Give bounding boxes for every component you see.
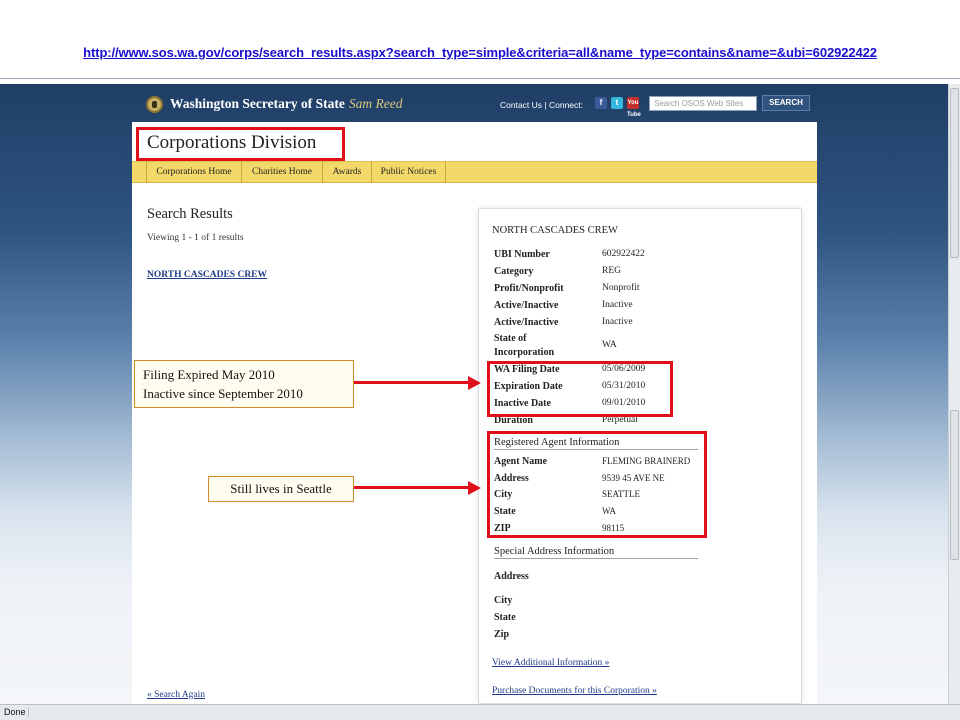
field-label: Active/Inactive <box>494 317 559 328</box>
field-label: State of <box>494 333 527 344</box>
expiration-note: Filing Expired May 2010 Inactive since S… <box>134 360 354 408</box>
contact-links[interactable]: Contact Us | Connect: <box>500 100 583 110</box>
status-text: Done <box>4 707 26 717</box>
expiration-arrow-icon <box>468 375 481 390</box>
field-label: Profit/Nonprofit <box>494 283 564 294</box>
page-url-link[interactable]: http://www.sos.wa.gov/corps/search_resul… <box>0 45 960 60</box>
seattle-arrow-icon <box>468 480 481 495</box>
search-results-heading: Search Results <box>147 206 233 222</box>
field-value: 602922422 <box>602 249 645 259</box>
site-title-text: Washington Secretary of State <box>170 96 345 111</box>
result-link-north-cascades-crew[interactable]: NORTH CASCADES CREW <box>147 270 267 280</box>
special-state-label: State <box>494 612 516 623</box>
nav-divider <box>445 161 446 183</box>
field-value: Inactive <box>602 300 633 310</box>
scrollbar-thumb[interactable] <box>950 88 959 258</box>
browser-divider <box>0 78 960 79</box>
division-title-highlight <box>136 127 345 161</box>
scrollbar-thumb-secondary[interactable] <box>950 410 959 560</box>
results-count: Viewing 1 - 1 of 1 results <box>147 233 244 243</box>
field-value: REG <box>602 266 621 276</box>
purchase-documents-link[interactable]: Purchase Documents for this Corporation … <box>492 686 657 696</box>
expiration-note-line1: Filing Expired May 2010 <box>143 367 275 382</box>
search-again-link[interactable]: « Search Again <box>147 690 205 700</box>
youtube-icon[interactable]: You Tube <box>627 97 641 118</box>
agent-info-highlight <box>487 431 707 538</box>
field-value: Inactive <box>602 317 633 327</box>
site-search-input[interactable]: Search OSOS Web Sites <box>649 96 757 111</box>
field-value: WA <box>602 340 617 350</box>
seattle-arrow-line <box>354 486 469 489</box>
corporation-name: NORTH CASCADES CREW <box>492 225 618 236</box>
nav-corporations-home[interactable]: Corporations Home <box>146 161 241 183</box>
field-label: UBI Number <box>494 249 550 260</box>
special-address-heading: Special Address Information <box>494 546 698 559</box>
nav-public-notices[interactable]: Public Notices <box>371 161 445 183</box>
special-zip-label: Zip <box>494 629 510 640</box>
nav-charities-home[interactable]: Charities Home <box>241 161 322 183</box>
secretary-signature: Sam Reed <box>348 96 403 111</box>
expiration-arrow-line <box>354 381 469 384</box>
dates-highlight <box>487 361 673 417</box>
twitter-icon[interactable]: t <box>611 97 623 109</box>
field-label: Active/Inactive <box>494 300 559 311</box>
site-title[interactable]: Washington Secretary of State Sam Reed <box>170 96 402 112</box>
special-city-label: City <box>494 595 513 606</box>
view-additional-info-link[interactable]: View Additional Information » <box>492 658 609 668</box>
special-address-label: Address <box>494 571 529 582</box>
browser-status-bar: Done <box>0 704 960 720</box>
nav-awards[interactable]: Awards <box>322 161 371 183</box>
seattle-note: Still lives in Seattle <box>208 476 354 502</box>
state-seal-icon <box>146 96 163 113</box>
status-bar-divider <box>28 708 888 717</box>
facebook-icon[interactable]: f <box>595 97 607 109</box>
expiration-note-line2: Inactive since September 2010 <box>143 386 303 401</box>
field-label: Category <box>494 266 534 277</box>
field-value: Nonprofit <box>602 283 640 293</box>
field-label-continued: Incorporation <box>494 347 554 358</box>
site-search-button[interactable]: SEARCH <box>762 95 810 111</box>
